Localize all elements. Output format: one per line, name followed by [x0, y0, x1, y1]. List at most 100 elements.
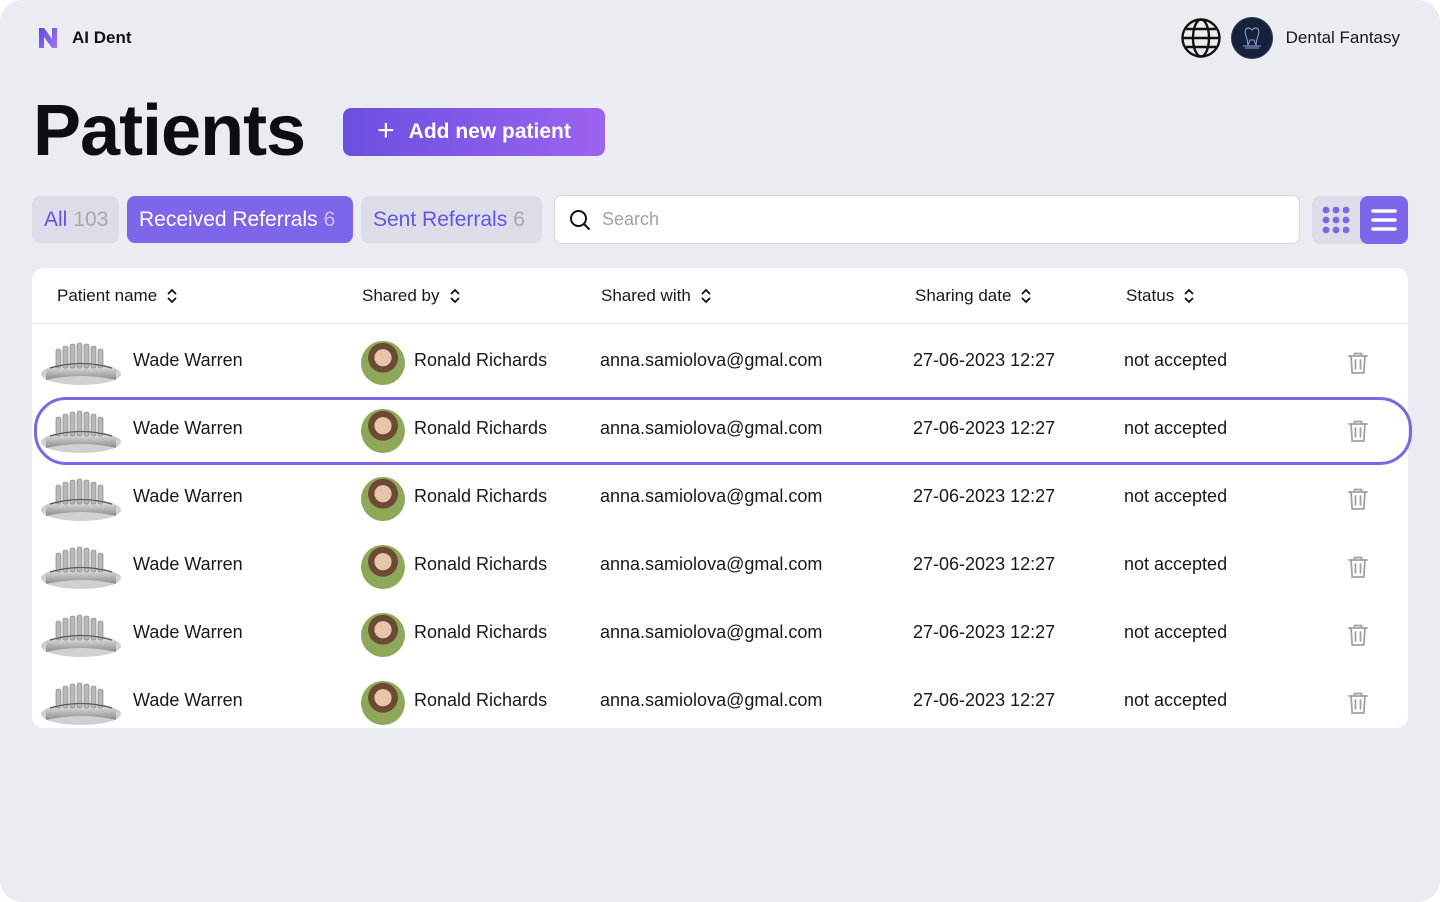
- table-row[interactable]: Wade Warren Ronald Richards anna.samiolo…: [32, 328, 1408, 396]
- sharing-date: 27-06-2023 12:27: [913, 417, 1056, 438]
- list-icon: [1371, 209, 1397, 231]
- status-text: not accepted: [1124, 621, 1228, 642]
- sharing-date: 27-06-2023 12:27: [913, 349, 1056, 370]
- dental-xray-thumbnail: [41, 342, 121, 385]
- western-logo: [1242, 27, 1261, 49]
- column-label: Shared by: [362, 286, 440, 305]
- patient-name: Wade Warren: [133, 621, 243, 642]
- list-view-button[interactable]: [1360, 196, 1408, 244]
- avatar: [361, 681, 405, 725]
- avatar: [361, 477, 405, 521]
- search-box[interactable]: [554, 195, 1300, 244]
- shared-with: anna.samiolova@gmal.com: [600, 621, 823, 642]
- tab-label: Sent Referrals: [373, 207, 508, 231]
- grid-view-button[interactable]: [1312, 196, 1360, 244]
- column-label: Patient name: [57, 286, 158, 305]
- dental-xray-thumbnail: [41, 682, 121, 725]
- shared-with: anna.samiolova@gmal.com: [600, 417, 823, 438]
- n-logo-icon: [39, 28, 57, 48]
- column-label: Shared with: [601, 286, 691, 305]
- table-header: Patient name Shared by Shared with Shari…: [32, 268, 1408, 324]
- shared-by: Ronald Richards: [414, 689, 548, 710]
- avatar: [361, 613, 405, 657]
- table-row[interactable]: Wade Warren Ronald Richards anna.samiolo…: [32, 600, 1408, 668]
- avatar: [361, 545, 405, 589]
- tab-sent-referrals[interactable]: Sent Referrals 6: [361, 196, 542, 243]
- sharing-date: 27-06-2023 12:27: [913, 689, 1056, 710]
- dental-xray-thumbnail: [41, 478, 121, 521]
- trash-icon[interactable]: [1345, 622, 1371, 648]
- sharing-date: 27-06-2023 12:27: [913, 621, 1056, 642]
- shared-with: anna.samiolova@gmal.com: [600, 553, 823, 574]
- add-patient-label: Add new patient: [408, 120, 571, 143]
- status-text: not accepted: [1124, 485, 1228, 506]
- sharing-date: 27-06-2023 12:27: [913, 485, 1056, 506]
- dental-xray-thumbnail: [41, 410, 121, 453]
- search-icon: [570, 209, 591, 230]
- status-text: not accepted: [1124, 553, 1228, 574]
- status-text: not accepted: [1124, 689, 1228, 710]
- tab-count: 6: [323, 207, 336, 231]
- patient-name: Wade Warren: [133, 553, 243, 574]
- shared-by: Ronald Richards: [414, 349, 548, 370]
- table-row[interactable]: Wade Warren Ronald Richards anna.samiolo…: [32, 668, 1408, 736]
- clinic-avatar[interactable]: [1230, 17, 1273, 59]
- search-input[interactable]: [602, 209, 1262, 230]
- sort-icon: [167, 288, 177, 304]
- view-toggle: [1312, 196, 1408, 244]
- sort-icon: [1021, 288, 1032, 304]
- tab-label: Received Referrals: [139, 207, 318, 231]
- trash-icon[interactable]: [1345, 486, 1371, 512]
- avatar: [361, 341, 405, 385]
- tab-received-referrals[interactable]: Received Referrals 6: [127, 196, 353, 243]
- column-label: Status: [1126, 286, 1175, 305]
- shared-by: Ronald Richards: [414, 417, 548, 438]
- tab-all[interactable]: All 103: [32, 196, 119, 243]
- page-title: Patients: [33, 91, 306, 171]
- avatar: [361, 409, 405, 453]
- column-header-patient-name[interactable]: Patient name: [57, 268, 178, 324]
- shared-by: Ronald Richards: [414, 553, 548, 574]
- account-area: Dental Fantasy: [1180, 17, 1400, 59]
- app-window: AI Dent Dental Fantasy Patients + Add ne…: [0, 0, 1440, 902]
- sharing-date: 27-06-2023 12:27: [913, 553, 1056, 574]
- clinic-name: Dental Fantasy: [1285, 28, 1400, 47]
- column-header-shared-with[interactable]: Shared with: [601, 268, 712, 324]
- tab-count: 103: [73, 207, 109, 231]
- sort-icon: [1184, 288, 1194, 304]
- table-row[interactable]: Wade Warren Ronald Richards anna.samiolo…: [32, 532, 1408, 600]
- trash-icon[interactable]: [1345, 418, 1371, 444]
- trash-icon[interactable]: [1345, 350, 1371, 376]
- status-text: not accepted: [1124, 417, 1228, 438]
- shared-with: anna.samiolova@gmal.com: [600, 349, 823, 370]
- shared-with: anna.samiolova@gmal.com: [600, 485, 823, 506]
- patient-name: Wade Warren: [133, 349, 243, 370]
- column-header-sharing-date[interactable]: Sharing date: [915, 268, 1032, 324]
- tab-label: All: [44, 207, 68, 231]
- trash-icon[interactable]: [1345, 690, 1371, 716]
- table-row[interactable]: Wade Warren Ronald Richards anna.samiolo…: [32, 396, 1412, 465]
- column-label: Sharing date: [915, 286, 1012, 305]
- patient-name: Wade Warren: [133, 417, 243, 438]
- referrals-table: Patient name Shared by Shared with Shari…: [32, 268, 1412, 728]
- grid-icon: [1322, 206, 1350, 234]
- shared-by: Ronald Richards: [414, 621, 548, 642]
- plus-icon: +: [377, 113, 395, 147]
- tab-count: 6: [513, 207, 525, 231]
- globe-icon[interactable]: [1180, 17, 1222, 59]
- trash-icon[interactable]: [1345, 554, 1371, 580]
- column-header-shared-by[interactable]: Shared by: [362, 268, 461, 324]
- dental-xray-thumbnail: [41, 614, 121, 657]
- shared-with: anna.samiolova@gmal.com: [600, 689, 823, 710]
- column-header-status[interactable]: Status: [1126, 268, 1195, 324]
- brand[interactable]: AI Dent: [36, 26, 132, 50]
- patient-name: Wade Warren: [133, 689, 243, 710]
- dental-xray-thumbnail: [41, 546, 121, 589]
- status-text: not accepted: [1124, 349, 1228, 370]
- sort-icon: [701, 288, 711, 304]
- table-row[interactable]: Wade Warren Ronald Richards anna.samiolo…: [32, 464, 1408, 532]
- sort-icon: [449, 288, 460, 304]
- brand-name: AI Dent: [72, 28, 132, 47]
- add-patient-button[interactable]: + Add new patient: [343, 108, 605, 156]
- patient-name: Wade Warren: [133, 485, 243, 506]
